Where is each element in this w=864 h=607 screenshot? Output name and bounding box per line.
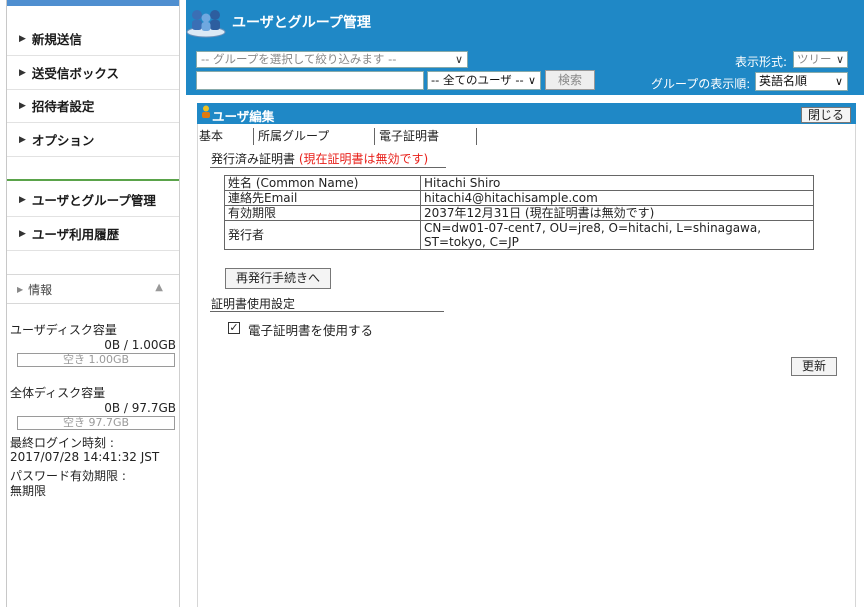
sidebar: ▶ 新規送信 ▶ 送受信ボックス ▶ 招待者設定 ▶ オプション ▶ ユーザとグ… xyxy=(0,0,180,607)
sidebar-item-invitee-settings[interactable]: ▶ 招待者設定 xyxy=(7,89,179,123)
use-cert-checkbox[interactable]: ✓ xyxy=(228,322,240,334)
tab-divider xyxy=(476,128,477,145)
chevron-down-icon: ∨ xyxy=(835,53,844,66)
triangle-right-icon: ▶ xyxy=(19,134,26,145)
panel-title: ユーザ編集 xyxy=(212,109,275,124)
collapse-icon[interactable]: ▲ xyxy=(155,282,163,293)
table-row: 発行者 CN=dw01-07-cent7, OU=jre8, O=hitachi… xyxy=(224,220,814,250)
tab-divider xyxy=(253,128,254,145)
issued-cert-title: 発行済み証明書 xyxy=(211,152,296,166)
sidebar-item-label: 送受信ボックス xyxy=(31,66,120,81)
triangle-right-icon: ▶ xyxy=(19,67,26,78)
search-button[interactable]: 検索 xyxy=(545,70,595,90)
section-underline xyxy=(210,167,446,168)
password-expiry-value: 無期限 xyxy=(10,484,47,498)
last-login-label: 最終ログイン時刻 : xyxy=(10,436,114,450)
tab-groups[interactable]: 所属グループ xyxy=(258,128,329,145)
chevron-down-icon: ∨ xyxy=(834,75,843,88)
user-disk-value: 0B / 1.00GB xyxy=(104,338,176,352)
tab-divider xyxy=(374,128,375,145)
certificate-table: 姓名 (Common Name) Hitachi Shiro 連絡先Email … xyxy=(224,175,814,250)
section-underline xyxy=(210,311,444,312)
user-group-icon xyxy=(186,10,226,38)
cert-invalid-notice: (現在証明書は無効です) xyxy=(298,152,429,166)
group-filter-select[interactable]: -- グループを選択して絞り込みます -- ∨ xyxy=(196,51,468,68)
view-format-value: ツリー xyxy=(797,52,832,66)
update-button[interactable]: 更新 xyxy=(791,357,837,376)
sidebar-item-user-usage-history[interactable]: ▶ ユーザ利用履歴 xyxy=(7,217,179,251)
view-format-label: 表示形式: xyxy=(735,55,788,69)
user-filter-value: -- 全てのユーザ -- xyxy=(431,73,524,87)
sidebar-item-label: ユーザとグループ管理 xyxy=(31,193,156,208)
search-input[interactable] xyxy=(196,71,424,90)
last-login-value: 2017/07/28 14:41:32 JST xyxy=(10,450,160,464)
tab-basic[interactable]: 基本 xyxy=(199,128,223,145)
triangle-right-icon: ▶ xyxy=(19,228,26,239)
info-heading: 情報 xyxy=(28,282,53,297)
chevron-down-icon: ∨ xyxy=(454,53,463,66)
tab-certificate[interactable]: 電子証明書 xyxy=(379,128,439,145)
group-order-select[interactable]: 英語名順 ∨ xyxy=(755,72,848,91)
group-filter-placeholder: -- グループを選択して絞り込みます -- xyxy=(201,52,397,66)
table-row: 連絡先Email hitachi4@hitachisample.com xyxy=(224,190,814,206)
triangle-right-icon: ▶ xyxy=(17,284,24,294)
info-section-header[interactable]: ▶ 情報 ▲ xyxy=(7,274,179,304)
cert-value-cell: hitachi4@hitachisample.com xyxy=(420,190,814,206)
sidebar-item-label: 新規送信 xyxy=(31,32,82,47)
sidebar-item-user-group-management[interactable]: ▶ ユーザとグループ管理 xyxy=(7,183,179,217)
cert-value-cell: 2037年12月31日 (現在証明書は無効です) xyxy=(420,205,814,221)
triangle-right-icon: ▶ xyxy=(19,100,26,111)
cert-value-cell: Hitachi Shiro xyxy=(420,175,814,191)
sidebar-divider xyxy=(7,179,179,181)
issued-cert-heading: 発行済み証明書 (現在証明書は無効です) xyxy=(211,150,428,167)
total-disk-label: 全体ディスク容量 xyxy=(10,386,106,400)
sidebar-item-label: オプション xyxy=(31,133,95,148)
user-disk-label: ユーザディスク容量 xyxy=(10,323,117,337)
triangle-right-icon: ▶ xyxy=(19,194,26,205)
chevron-down-icon: ∨ xyxy=(527,74,536,87)
table-row: 有効期限 2037年12月31日 (現在証明書は無効です) xyxy=(224,205,814,221)
sidebar-item-label: 招待者設定 xyxy=(31,99,95,114)
table-row: 姓名 (Common Name) Hitachi Shiro xyxy=(224,175,814,191)
total-disk-free-bar: 空き 97.7GB xyxy=(17,416,175,430)
cert-usage-title: 証明書使用設定 xyxy=(211,297,296,311)
password-expiry-label: パスワード有効期限 : xyxy=(10,469,126,483)
total-disk-value: 0B / 97.7GB xyxy=(104,401,176,415)
reissue-button[interactable]: 再発行手続きへ xyxy=(225,268,331,289)
sidebar-item-new-send[interactable]: ▶ 新規送信 xyxy=(7,22,179,56)
cert-value-cell: CN=dw01-07-cent7, OU=jre8, O=hitachi, L=… xyxy=(420,220,814,250)
cert-key-cell: 有効期限 xyxy=(224,205,421,221)
cert-key-cell: 発行者 xyxy=(224,220,421,250)
sidebar-item-options[interactable]: ▶ オプション xyxy=(7,123,179,157)
panel-title-bar xyxy=(197,103,856,124)
sidebar-item-send-receive-box[interactable]: ▶ 送受信ボックス xyxy=(7,56,179,90)
group-order-label: グループの表示順: xyxy=(651,77,751,91)
use-cert-label[interactable]: 電子証明書を使用する xyxy=(248,320,373,339)
cert-key-cell: 姓名 (Common Name) xyxy=(224,175,421,191)
triangle-right-icon: ▶ xyxy=(19,33,26,44)
page-title: ユーザとグループ管理 xyxy=(232,15,371,31)
user-icon xyxy=(202,105,210,118)
close-button[interactable]: 閉じる xyxy=(801,107,851,123)
user-disk-free-bar: 空き 1.00GB xyxy=(17,353,175,367)
sidebar-top-bar xyxy=(7,0,179,6)
user-filter-select[interactable]: -- 全てのユーザ -- ∨ xyxy=(427,71,541,90)
group-order-value: 英語名順 xyxy=(759,74,808,88)
view-format-select[interactable]: ツリー ∨ xyxy=(793,51,848,68)
sidebar-item-label: ユーザ利用履歴 xyxy=(31,227,120,242)
cert-key-cell: 連絡先Email xyxy=(224,190,421,206)
